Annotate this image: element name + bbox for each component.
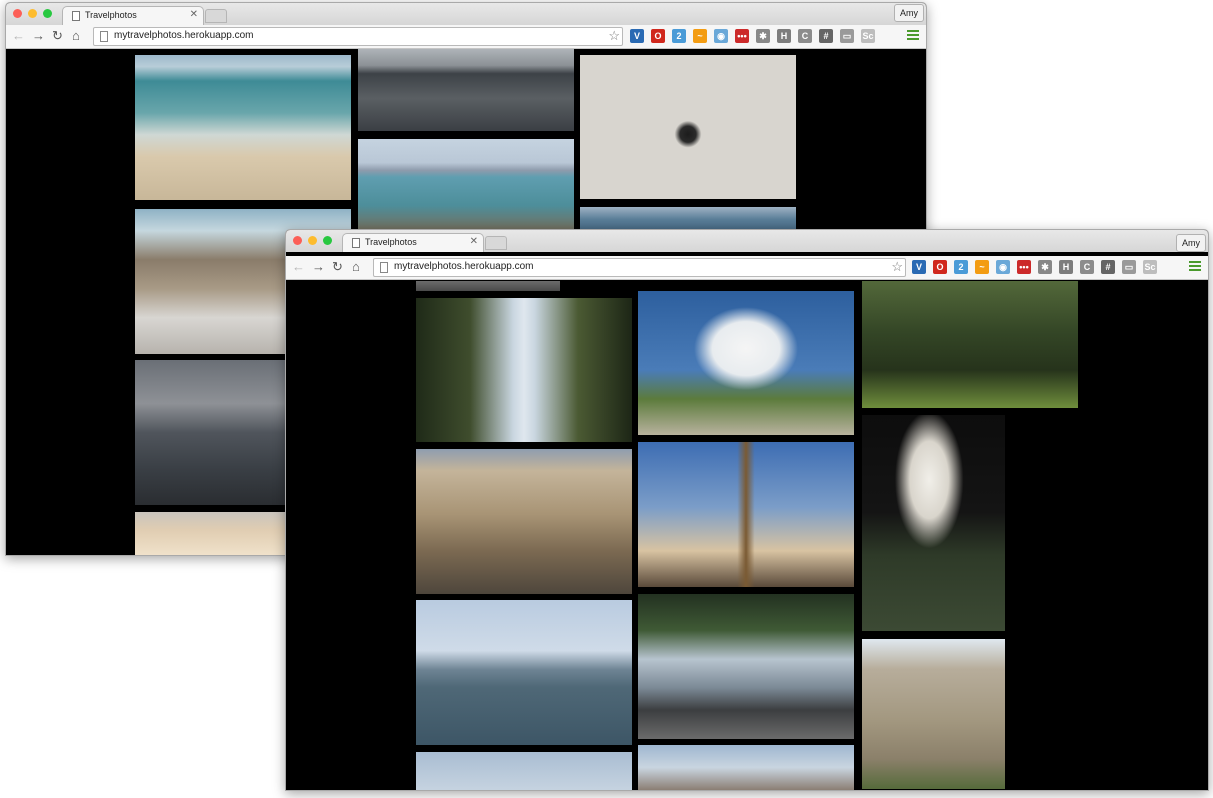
vivaldi-ext-icon[interactable]: V <box>912 260 926 274</box>
forward-arrow-icon[interactable]: → <box>312 258 325 276</box>
page-icon <box>352 238 360 248</box>
back-arrow-icon[interactable]: ← <box>12 27 25 45</box>
back-arrow-icon[interactable]: ← <box>292 258 305 276</box>
camera-ext-icon[interactable]: ◉ <box>996 260 1010 274</box>
address-bar[interactable]: mytravelphotos.herokuapp.com ☆ <box>373 258 906 277</box>
chart-ext-icon[interactable]: ~ <box>693 29 707 43</box>
photo-penguin-sand[interactable] <box>580 55 796 199</box>
badge-ext-icon[interactable]: 2 <box>954 260 968 274</box>
tab-title: Travelphotos <box>365 237 417 247</box>
bookmark-star-icon[interactable]: ☆ <box>608 28 620 44</box>
url-text: mytravelphotos.herokuapp.com <box>114 30 254 41</box>
reload-icon[interactable]: ↻ <box>52 27 63 45</box>
lastpass-ext-icon[interactable]: ••• <box>735 29 749 43</box>
photo-ocean-mountains[interactable] <box>358 139 574 234</box>
h-ext-icon[interactable]: H <box>777 29 791 43</box>
photo-eiffel-tower[interactable] <box>638 442 854 587</box>
photo-tree-avenue[interactable] <box>416 298 632 442</box>
close-window-button[interactable] <box>293 236 302 245</box>
tab-strip: Travelphotos ✕ Amy <box>6 3 926 25</box>
extension-icons: V O 2 ~ ◉ ••• ✱ H C # ▭ Sc <box>630 29 875 43</box>
window-controls <box>13 9 52 18</box>
photo-statue-lakeside[interactable] <box>638 594 854 739</box>
photo-ocean-grey[interactable] <box>358 49 574 131</box>
badge-ext-icon[interactable]: 2 <box>672 29 686 43</box>
menu-icon[interactable] <box>907 28 919 42</box>
photo-dusk-sea[interactable] <box>135 360 287 505</box>
photo-cloud-park[interactable] <box>638 291 854 435</box>
profile-button[interactable]: Amy <box>1176 234 1206 252</box>
tab-travelphotos[interactable]: Travelphotos ✕ <box>62 6 204 25</box>
page-icon <box>380 262 388 273</box>
close-tab-icon[interactable]: ✕ <box>470 236 478 247</box>
close-window-button[interactable] <box>13 9 22 18</box>
browser-toolbar: ← → ↻ ⌂ mytravelphotos.herokuapp.com ☆ V… <box>6 25 926 49</box>
tab-strip: Travelphotos ✕ Amy <box>286 230 1208 252</box>
maximize-window-button[interactable] <box>323 236 332 245</box>
browser-toolbar: ← → ↻ ⌂ mytravelphotos.herokuapp.com ☆ V… <box>286 256 1208 280</box>
grid-ext-icon[interactable]: # <box>1101 260 1115 274</box>
browser-window-front: Travelphotos ✕ Amy ← → ↻ ⌂ mytravelphoto… <box>285 229 1209 791</box>
vivaldi-ext-icon[interactable]: V <box>630 29 644 43</box>
c-ext-icon[interactable]: C <box>1080 260 1094 274</box>
puzzle-ext-icon[interactable]: ✱ <box>1038 260 1052 274</box>
home-icon[interactable]: ⌂ <box>352 258 360 276</box>
camera-ext-icon[interactable]: ◉ <box>714 29 728 43</box>
photo-street-bottom-center[interactable] <box>638 745 854 790</box>
sc-ext-icon[interactable]: Sc <box>1143 260 1157 274</box>
home-icon[interactable]: ⌂ <box>72 27 80 45</box>
menu-icon[interactable] <box>1189 259 1201 273</box>
c-ext-icon[interactable]: C <box>798 29 812 43</box>
photo-sacre-coeur[interactable] <box>862 415 1005 631</box>
opera-ext-icon[interactable]: O <box>933 260 947 274</box>
maximize-window-button[interactable] <box>43 9 52 18</box>
profile-button[interactable]: Amy <box>894 4 924 22</box>
lastpass-ext-icon[interactable]: ••• <box>1017 260 1031 274</box>
forward-arrow-icon[interactable]: → <box>32 27 45 45</box>
bookmark-star-icon[interactable]: ☆ <box>891 259 903 275</box>
new-tab-button[interactable] <box>205 9 227 23</box>
grid-ext-icon[interactable]: # <box>819 29 833 43</box>
h-ext-icon[interactable]: H <box>1059 260 1073 274</box>
window-controls <box>293 236 332 245</box>
photo-sunset-sky[interactable] <box>135 512 287 555</box>
tab-travelphotos[interactable]: Travelphotos ✕ <box>342 233 484 252</box>
puzzle-ext-icon[interactable]: ✱ <box>756 29 770 43</box>
tab-title: Travelphotos <box>85 10 137 20</box>
chart-ext-icon[interactable]: ~ <box>975 260 989 274</box>
close-tab-icon[interactable]: ✕ <box>190 9 198 20</box>
photo-beach-penguins[interactable] <box>135 55 351 200</box>
minimize-window-button[interactable] <box>308 236 317 245</box>
page-icon <box>100 31 108 42</box>
photo-top-strip[interactable] <box>416 281 560 291</box>
sc-ext-icon[interactable]: Sc <box>861 29 875 43</box>
opera-ext-icon[interactable]: O <box>651 29 665 43</box>
photo-building-facade[interactable] <box>862 639 1005 789</box>
new-tab-button[interactable] <box>485 236 507 250</box>
photo-lake-boat[interactable] <box>416 600 632 745</box>
window-ext-icon[interactable]: ▭ <box>840 29 854 43</box>
photo-sky-bottom-left[interactable] <box>416 752 632 790</box>
url-text: mytravelphotos.herokuapp.com <box>394 261 534 272</box>
extension-icons: V O 2 ~ ◉ ••• ✱ H C # ▭ Sc <box>912 260 1157 274</box>
address-bar[interactable]: mytravelphotos.herokuapp.com ☆ <box>93 27 623 46</box>
photo-garden-trees[interactable] <box>862 281 1078 408</box>
minimize-window-button[interactable] <box>28 9 37 18</box>
photo-gallery <box>286 281 1208 790</box>
window-ext-icon[interactable]: ▭ <box>1122 260 1136 274</box>
page-icon <box>72 11 80 21</box>
photo-soldiers-trocadero[interactable] <box>416 449 632 594</box>
reload-icon[interactable]: ↻ <box>332 258 343 276</box>
